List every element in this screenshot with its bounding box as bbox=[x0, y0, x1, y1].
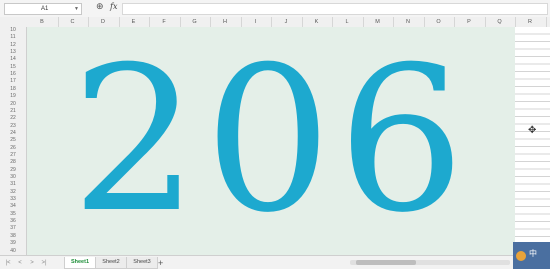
row-label[interactable]: 10 bbox=[0, 27, 26, 34]
name-box[interactable]: A1 ▼ bbox=[4, 3, 82, 15]
row-label[interactable]: 22 bbox=[0, 115, 26, 122]
row-label[interactable]: 40 bbox=[0, 248, 26, 255]
ime-badge-text: 中 bbox=[529, 249, 537, 258]
row-label[interactable]: 17 bbox=[0, 78, 26, 85]
column-label[interactable]: E bbox=[119, 17, 149, 27]
column-label[interactable]: I bbox=[241, 17, 271, 27]
scrollbar-thumb[interactable] bbox=[356, 260, 416, 265]
prev-sheet-nav-icon[interactable]: < bbox=[16, 259, 24, 267]
column-label[interactable]: F bbox=[149, 17, 179, 27]
row-label[interactable]: 39 bbox=[0, 240, 26, 247]
sheet-tab-3[interactable]: Sheet3 bbox=[126, 257, 158, 269]
column-label[interactable]: Q bbox=[485, 17, 515, 27]
cell-grid[interactable] bbox=[515, 27, 550, 255]
column-label[interactable]: D bbox=[88, 17, 118, 27]
column-label[interactable]: L bbox=[332, 17, 362, 27]
row-label[interactable]: 30 bbox=[0, 174, 26, 181]
column-divider bbox=[545, 17, 547, 27]
ime-badge[interactable]: 中 bbox=[513, 242, 550, 269]
row-label[interactable]: 29 bbox=[0, 167, 26, 174]
row-label[interactable]: 24 bbox=[0, 130, 26, 137]
horizontal-scrollbar[interactable] bbox=[350, 260, 510, 265]
big-number: 206 bbox=[71, 27, 471, 255]
row-label[interactable]: 36 bbox=[0, 218, 26, 225]
row-label[interactable]: 26 bbox=[0, 145, 26, 152]
row-label[interactable]: 32 bbox=[0, 189, 26, 196]
row-label[interactable]: 31 bbox=[0, 181, 26, 188]
fx-icon[interactable]: fx bbox=[110, 2, 117, 11]
row-label[interactable]: 34 bbox=[0, 203, 26, 210]
column-label[interactable]: J bbox=[271, 17, 301, 27]
column-label[interactable]: K bbox=[302, 17, 332, 27]
column-label[interactable]: H bbox=[210, 17, 240, 27]
row-label[interactable]: 27 bbox=[0, 152, 26, 159]
row-label[interactable]: 16 bbox=[0, 71, 26, 78]
row-header: 10 11 12 13 14 15 16 17 18 19 20 21 22 23 24 25 26 27 28 29… bbox=[0, 27, 27, 255]
sheet-tab-2[interactable]: Sheet2 bbox=[95, 257, 127, 269]
move-cursor-icon: ✥ bbox=[528, 125, 537, 136]
column-label[interactable]: P bbox=[454, 17, 484, 27]
row-label[interactable]: 15 bbox=[0, 64, 26, 71]
formula-bar: A1 ▼ ⊕ fx bbox=[0, 0, 550, 18]
sheet-tab-1[interactable]: Sheet1 bbox=[64, 257, 96, 269]
column-label[interactable]: N bbox=[393, 17, 423, 27]
next-sheet-nav-icon[interactable]: > bbox=[28, 259, 36, 267]
number-panel: 206 bbox=[27, 27, 515, 255]
row-label[interactable]: 35 bbox=[0, 211, 26, 218]
sheet-tab-bar: |< < > >| Sheet1 Sheet2 Sheet3 + bbox=[0, 255, 550, 269]
column-label[interactable]: M bbox=[363, 17, 393, 27]
column-label[interactable]: R bbox=[515, 17, 545, 27]
row-label[interactable]: 28 bbox=[0, 159, 26, 166]
spreadsheet-app: A1 ▼ ⊕ fx BCDEFGHIJKLMNOPQR 10 11 12 13 14 15… bbox=[0, 0, 550, 269]
row-label[interactable]: 12 bbox=[0, 42, 26, 49]
row-label[interactable]: 21 bbox=[0, 108, 26, 115]
formula-input[interactable] bbox=[122, 3, 548, 15]
row-label[interactable]: 37 bbox=[0, 225, 26, 232]
row-label[interactable]: 20 bbox=[0, 101, 26, 108]
last-sheet-nav-icon[interactable]: >| bbox=[40, 259, 48, 267]
row-label[interactable]: 11 bbox=[0, 34, 26, 41]
add-sheet-icon[interactable]: + bbox=[158, 258, 166, 268]
name-box-value: A1 bbox=[41, 6, 49, 12]
row-label[interactable]: 33 bbox=[0, 196, 26, 203]
row-label[interactable]: 25 bbox=[0, 137, 26, 144]
row-label[interactable]: 23 bbox=[0, 123, 26, 130]
column-label[interactable]: C bbox=[58, 17, 88, 27]
row-label[interactable]: 38 bbox=[0, 233, 26, 240]
magnifier-icon[interactable]: ⊕ bbox=[96, 1, 104, 12]
row-label[interactable]: 18 bbox=[0, 86, 26, 93]
ime-logo-icon bbox=[516, 251, 526, 261]
column-label[interactable]: B bbox=[27, 17, 57, 27]
row-label[interactable]: 19 bbox=[0, 93, 26, 100]
row-label[interactable]: 13 bbox=[0, 49, 26, 56]
first-sheet-nav-icon[interactable]: |< bbox=[4, 259, 12, 267]
row-label[interactable]: 14 bbox=[0, 56, 26, 63]
column-label[interactable]: O bbox=[424, 17, 454, 27]
chevron-down-icon[interactable]: ▼ bbox=[74, 4, 79, 14]
column-label[interactable]: G bbox=[180, 17, 210, 27]
